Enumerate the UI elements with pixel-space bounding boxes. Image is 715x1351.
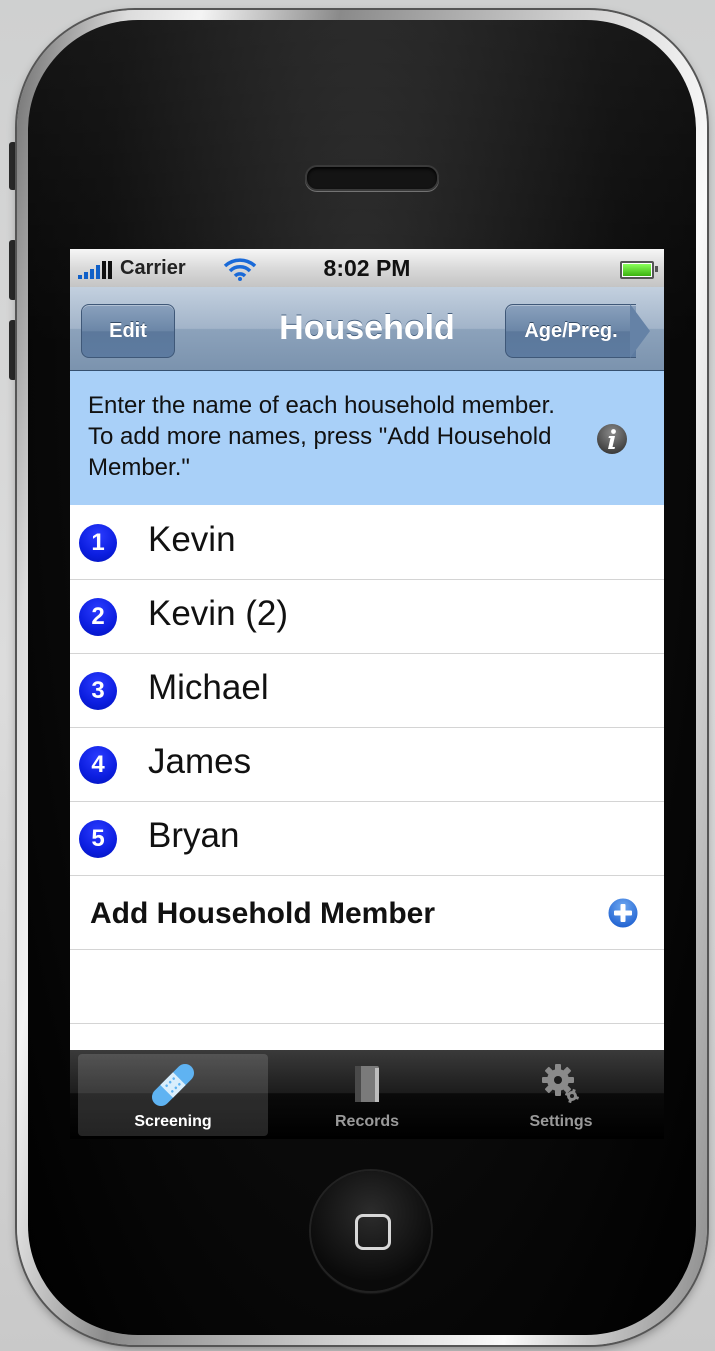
book-icon [355,1066,379,1102]
home-button[interactable] [311,1171,431,1291]
list-item[interactable]: 4 James [70,728,664,802]
tab-label: Screening [134,1113,212,1130]
screen: Carrier 8:02 PM Edit Household Age/Preg.… [70,249,664,1139]
forward-arrow-icon [630,304,650,358]
list-item[interactable]: 1 Kevin [70,506,664,580]
tab-bar: Screening Records Settings [70,1050,664,1139]
row-number-badge: 2 [79,598,117,636]
earpiece-speaker [305,165,439,191]
member-name: James [148,742,252,781]
instructions-text: Enter the name of each household member.… [88,392,555,481]
gear-icon [542,1064,580,1104]
member-name: Bryan [148,816,240,855]
volume-up-button [9,240,17,300]
member-name: Kevin (2) [148,594,289,633]
row-number-badge: 5 [79,820,117,858]
list-item[interactable]: 3 Michael [70,654,664,728]
add-household-member-label: Add Household Member [90,897,436,930]
home-square-icon [355,1214,391,1250]
list-item[interactable]: 2 Kevin (2) [70,580,664,654]
bandage-icon [151,1063,195,1107]
empty-row [70,950,664,1024]
plus-icon[interactable] [606,896,640,930]
instructions-banner: Enter the name of each household member.… [70,371,664,505]
tab-screening[interactable]: Screening [78,1054,268,1136]
tab-label: Settings [529,1113,593,1130]
status-time: 8:02 PM [323,255,411,281]
age-preg-button[interactable]: Age/Preg. [505,304,636,358]
tab-records[interactable]: Records [272,1054,462,1136]
list-item[interactable]: 5 Bryan [70,802,664,876]
volume-down-button [9,320,17,380]
tab-settings[interactable]: Settings [466,1054,656,1136]
add-household-member-row[interactable]: Add Household Member [70,876,664,950]
info-icon[interactable] [596,423,628,455]
member-name: Michael [148,668,269,707]
battery-icon [620,261,658,279]
ringer-switch [9,142,17,190]
tab-label: Records [334,1113,400,1130]
member-name: Kevin [148,520,236,559]
row-number-badge: 3 [79,672,117,710]
navigation-bar: Edit Household Age/Preg. [70,287,664,371]
row-number-badge: 1 [79,524,117,562]
status-bar: Carrier 8:02 PM [70,249,664,287]
row-number-badge: 4 [79,746,117,784]
